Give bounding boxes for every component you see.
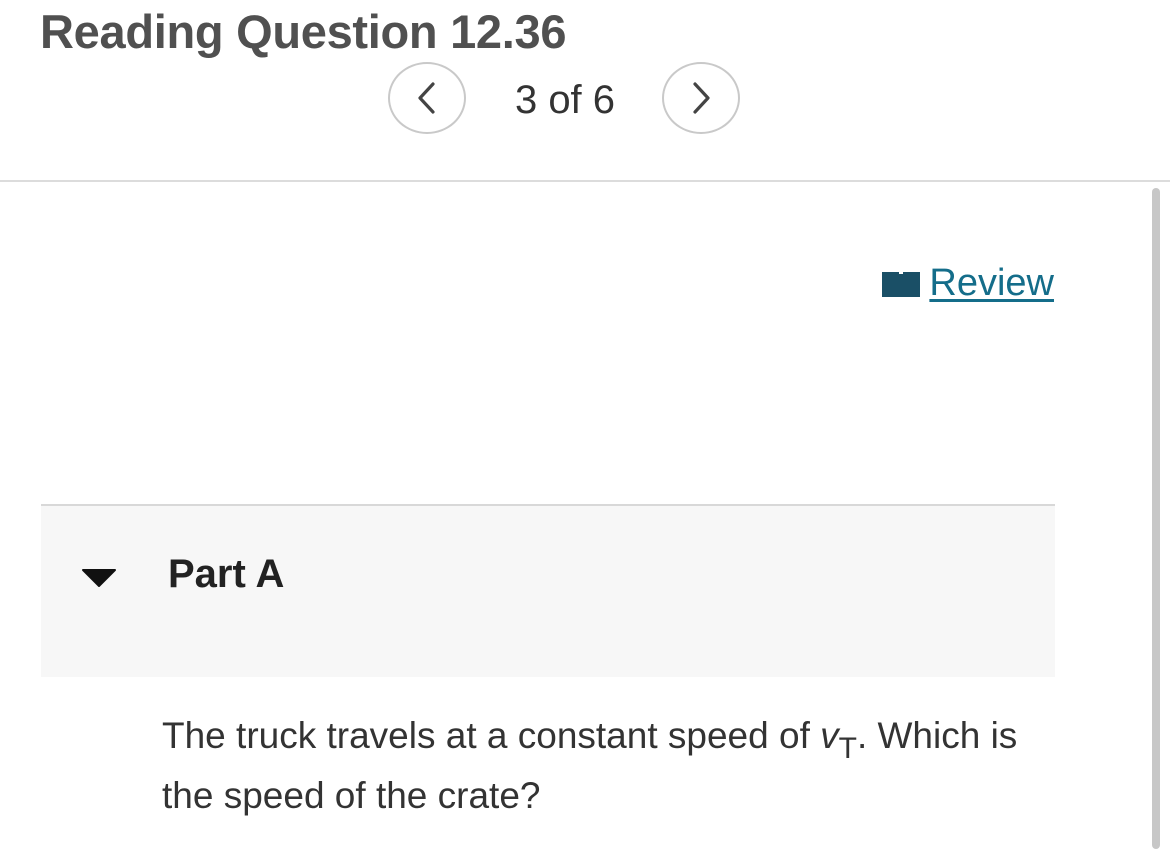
question-counter: 3 of 6 [514, 78, 616, 122]
speed-subscript: T [838, 732, 857, 765]
scrollbar[interactable] [1152, 188, 1160, 849]
review-label[interactable]: Review [929, 262, 1054, 305]
caret-down-icon[interactable] [81, 568, 117, 588]
part-a-header[interactable]: Part A [41, 504, 1055, 677]
question-text: The truck travels at a constant speed of… [162, 706, 1062, 826]
page-title: Reading Question 12.36 [40, 5, 567, 58]
speed-variable: v [820, 715, 839, 756]
review-link[interactable]: Review [881, 262, 1054, 305]
book-icon [882, 271, 921, 297]
question-text-before: The truck travels at a constant speed of [162, 715, 821, 756]
chevron-right-icon [693, 82, 710, 114]
part-title: Part A [168, 552, 285, 596]
previous-question-button[interactable] [388, 62, 466, 134]
next-question-button[interactable] [662, 62, 740, 134]
chevron-left-icon [418, 82, 435, 114]
header-divider [0, 180, 1170, 182]
